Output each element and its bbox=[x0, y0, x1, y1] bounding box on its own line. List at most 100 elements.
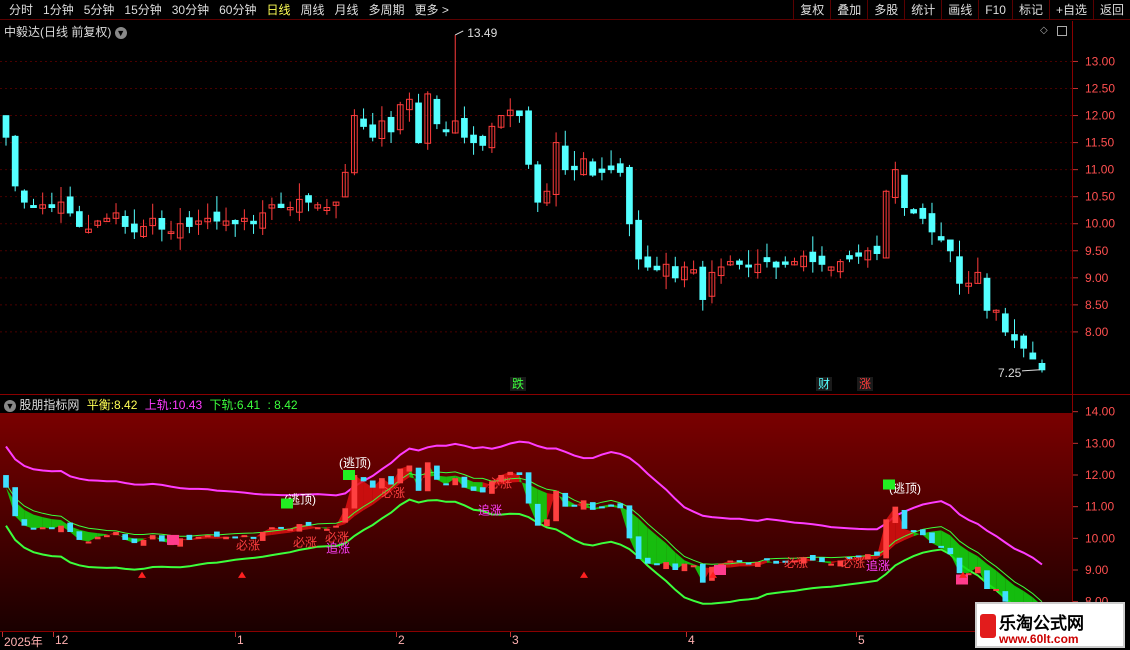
date-label-5: 4 bbox=[688, 633, 695, 647]
period-tab-10[interactable]: 更多 > bbox=[410, 1, 454, 18]
chevron-down-icon[interactable]: ▼ bbox=[4, 399, 16, 412]
candlestick-chart[interactable]: 13.49 7.25 跌 财 涨 bbox=[0, 21, 1072, 394]
high-label: 13.49 bbox=[467, 26, 497, 40]
upper-value: 10.43 bbox=[172, 398, 203, 412]
chevron-down-icon[interactable]: ▼ bbox=[114, 26, 127, 39]
toolbar-button-6[interactable]: 标记 bbox=[1011, 0, 1049, 20]
low-label: 7.25 bbox=[998, 366, 1022, 380]
candle-body bbox=[442, 129, 450, 133]
indicator-candle bbox=[626, 505, 633, 539]
candle-body bbox=[30, 205, 37, 209]
indicator-candle bbox=[305, 521, 312, 526]
indicator-candle bbox=[296, 524, 303, 532]
indicator-candle bbox=[773, 560, 779, 564]
indicator-candle bbox=[159, 535, 165, 542]
indicator-candle bbox=[333, 525, 339, 528]
period-tab-8[interactable]: 月线 bbox=[330, 1, 364, 18]
period-tab-6[interactable]: 日线 bbox=[261, 1, 295, 18]
indicator-candle bbox=[534, 503, 541, 526]
date-tick bbox=[2, 632, 3, 637]
indicator-candle bbox=[104, 535, 110, 538]
candle-body bbox=[589, 161, 597, 176]
candle-body bbox=[873, 245, 881, 254]
toolbar-button-5[interactable]: F10 bbox=[978, 0, 1012, 20]
indicator-candle bbox=[406, 465, 413, 472]
price-tick-label: 10.50 bbox=[1085, 190, 1115, 204]
date-label-1: 12 bbox=[55, 633, 69, 647]
candle-body bbox=[121, 215, 129, 227]
indicator-candle bbox=[553, 490, 559, 522]
candle-body bbox=[763, 257, 771, 263]
candle-body bbox=[635, 219, 642, 260]
indicator-candle bbox=[223, 536, 229, 540]
indicator-candle bbox=[663, 562, 669, 570]
indicator-candle bbox=[369, 480, 376, 488]
indicator-candle bbox=[608, 504, 614, 507]
date-label-2: 1 bbox=[237, 633, 244, 647]
window-icon[interactable] bbox=[1057, 26, 1067, 36]
price-chart-pane[interactable]: 13.49 7.25 跌 财 涨 中毅达(日线 前复权) ▼ ◇ bbox=[0, 21, 1072, 394]
indicator-candle bbox=[195, 536, 202, 539]
toolbar-button-2[interactable]: 多股 bbox=[867, 0, 904, 20]
toolbar-button-7[interactable]: +自选 bbox=[1048, 0, 1093, 20]
candle-body bbox=[415, 102, 422, 144]
candle-body bbox=[213, 211, 221, 222]
price-tick-label: 9.00 bbox=[1085, 271, 1109, 285]
toolbar-button-0[interactable]: 复权 bbox=[793, 0, 830, 20]
indicator-candle bbox=[131, 538, 138, 544]
period-tab-0[interactable]: 分时 bbox=[4, 1, 38, 18]
indicator-candle bbox=[30, 527, 37, 530]
indicator-chart[interactable]: 必涨 必涨 必涨必涨必涨必涨 必涨追涨追涨追涨(逃顶)(逃顶)(逃顶) bbox=[0, 395, 1072, 631]
event-marker-0: 跌 bbox=[512, 376, 524, 391]
toolbar-button-1[interactable]: 叠加 bbox=[830, 0, 867, 20]
indicator-tick-label: 12.00 bbox=[1085, 468, 1115, 482]
candle-body bbox=[598, 168, 606, 173]
indicator-pane[interactable]: 必涨 必涨 必涨 必涨 必涨 必涨 必涨 追涨 追涨 追涨 (逃顶) (逃顶) (逃顶) ▼ 股朋指标网… bbox=[0, 395, 1072, 631]
period-tab-3[interactable]: 15分钟 bbox=[119, 1, 166, 18]
indicator-candle bbox=[901, 509, 908, 529]
price-tick-label: 12.50 bbox=[1085, 82, 1115, 96]
upper-label: 上轨: bbox=[144, 398, 173, 412]
indicator-candle bbox=[947, 547, 954, 555]
date-label-6: 5 bbox=[858, 633, 865, 647]
candle-body bbox=[846, 255, 853, 260]
period-tab-1[interactable]: 1分钟 bbox=[38, 1, 79, 18]
toolbar-button-3[interactable]: 统计 bbox=[904, 0, 941, 20]
indicator-candle bbox=[819, 557, 825, 563]
indicator-candle bbox=[314, 527, 321, 530]
candle-body bbox=[571, 165, 578, 171]
period-tab-2[interactable]: 5分钟 bbox=[79, 1, 120, 18]
candle-body bbox=[1038, 362, 1046, 371]
period-tab-7[interactable]: 周线 bbox=[295, 1, 329, 18]
period-tab-4[interactable]: 30分钟 bbox=[167, 1, 214, 18]
indicator-candle bbox=[113, 532, 119, 536]
indicator-candle bbox=[736, 560, 743, 563]
diamond-icon[interactable]: ◇ bbox=[1040, 26, 1050, 36]
indicator-tick-label: 11.00 bbox=[1085, 500, 1114, 514]
candle-body bbox=[387, 116, 395, 133]
indicator-candle bbox=[461, 476, 468, 488]
indicator-candle bbox=[424, 462, 431, 492]
date-label-0: 2025年 bbox=[4, 635, 43, 649]
candle-body bbox=[928, 213, 936, 233]
candle-body bbox=[48, 204, 56, 208]
price-axis: 13.00 12.50 12.00 11.50 11.00 10.50 10.00 9.50 9… bbox=[1072, 21, 1130, 394]
ribbon-segment bbox=[42, 517, 52, 529]
period-tab-9[interactable]: 多周期 bbox=[364, 1, 410, 18]
candle-body bbox=[607, 165, 615, 171]
indicator-candle bbox=[589, 502, 596, 510]
signal-label-6: 必涨 bbox=[841, 555, 865, 570]
toolbar-button-4[interactable]: 画线 bbox=[941, 0, 978, 20]
indicator-legend: ▼ 股朋指标网 平衡:8.42 上轨:10.43 下轨:6.41 : 8.42 bbox=[4, 396, 298, 413]
toolbar-button-8[interactable]: 返回 bbox=[1092, 0, 1130, 20]
signal-label-3: 必涨 bbox=[381, 485, 405, 500]
indicator-candle bbox=[3, 475, 9, 488]
indicator-candle bbox=[39, 527, 46, 530]
indicator-candle bbox=[21, 519, 28, 526]
candle-body bbox=[433, 98, 441, 125]
indicator-axis-svg: 14.0013.0012.0011.0010.009.008.00 bbox=[1073, 405, 1115, 609]
candle-body bbox=[937, 236, 945, 241]
signal-square bbox=[167, 534, 179, 545]
indicator-candle bbox=[397, 468, 404, 484]
period-tab-5[interactable]: 60分钟 bbox=[214, 1, 261, 18]
